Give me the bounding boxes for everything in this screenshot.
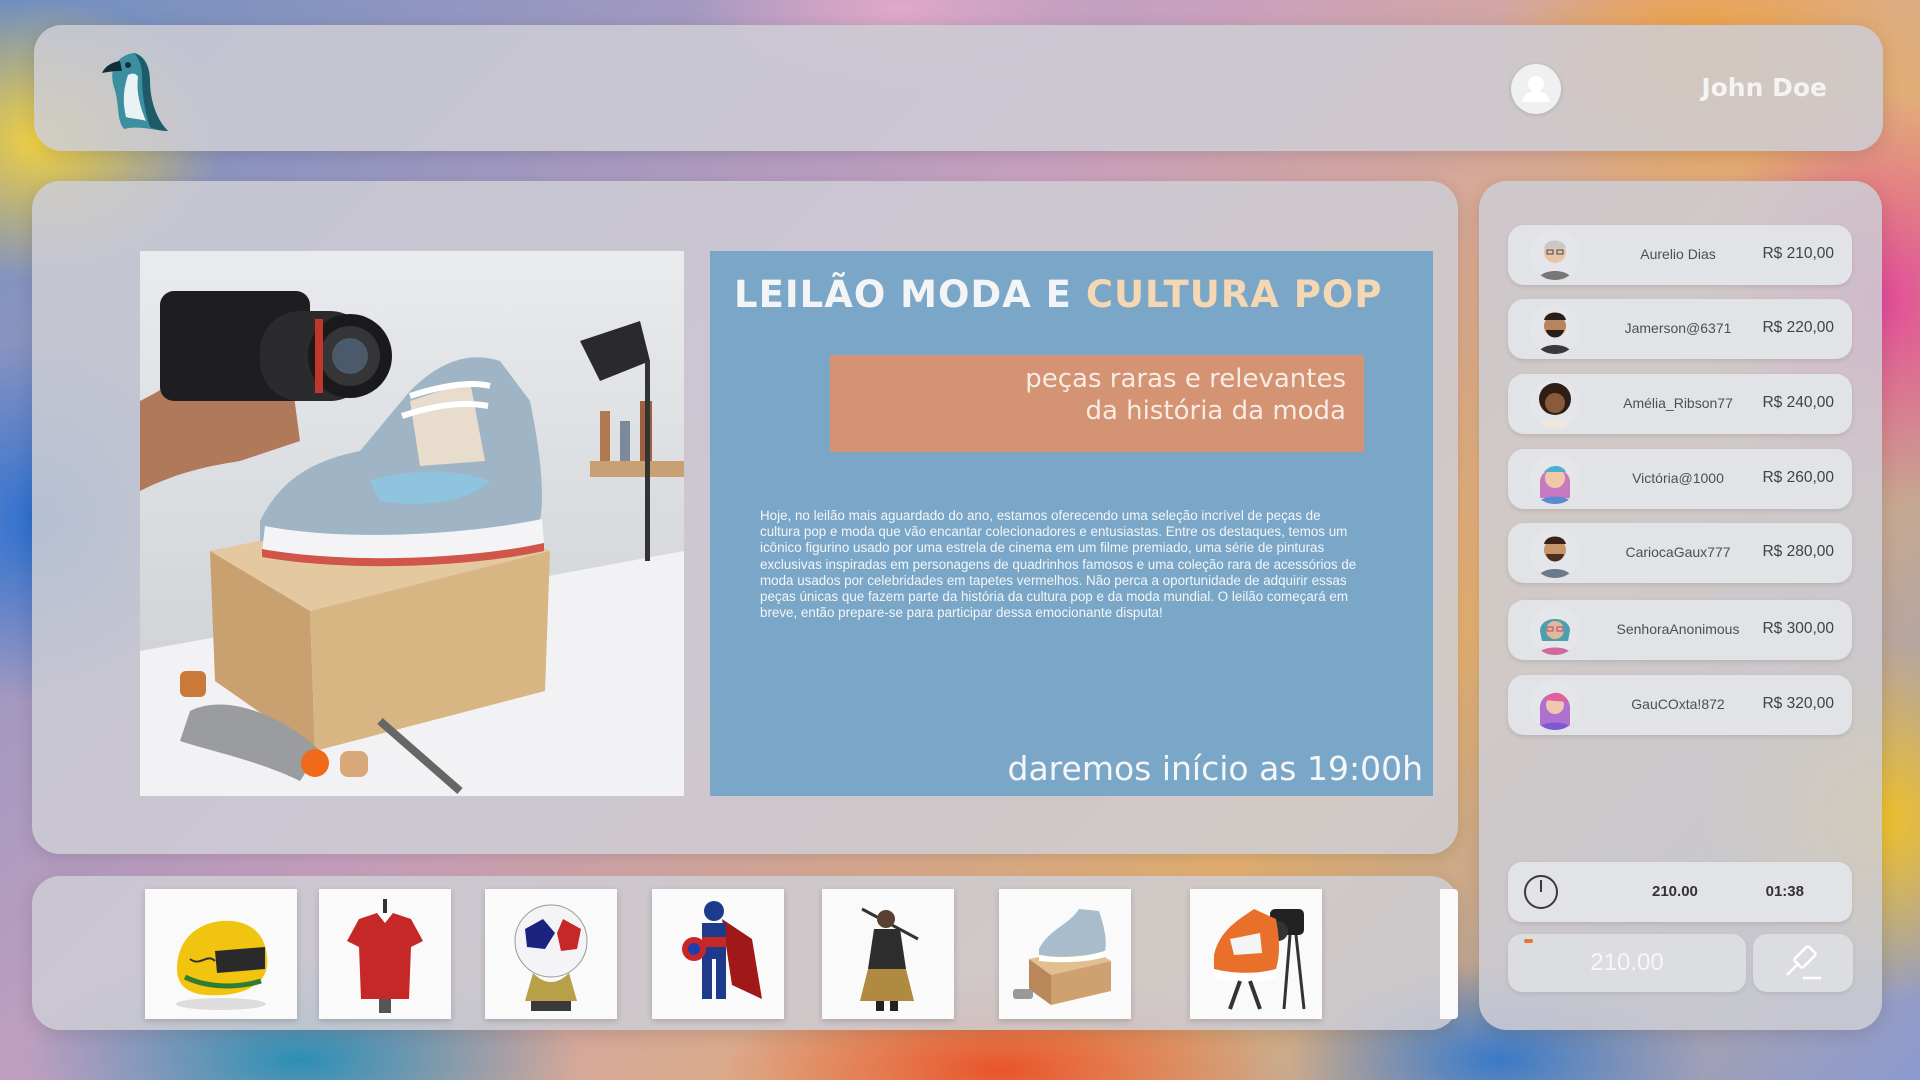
bid-amount: R$ 220,00: [1762, 319, 1834, 336]
bid-amount: R$ 260,00: [1762, 469, 1834, 486]
place-bid-button[interactable]: [1753, 934, 1853, 992]
auction-title-main: LEILÃO MODA E: [734, 273, 1086, 316]
red-jersey-thumbnail[interactable]: [319, 889, 451, 1019]
bid-row[interactable]: SenhoraAnonimous R$ 300,00: [1508, 600, 1852, 660]
bid-row[interactable]: Amélia_Ribson77 R$ 240,00: [1508, 374, 1852, 434]
bid-row[interactable]: Aurelio Dias R$ 210,00: [1508, 225, 1852, 285]
auction-description: Hoje, no leilão mais aguardado do ano, e…: [760, 508, 1357, 621]
bid-amount: R$ 240,00: [1762, 394, 1834, 411]
bids-panel: Aurelio Dias R$ 210,00 Jamerson@6371 R$ …: [1479, 181, 1882, 1030]
ball-trophy-thumbnail[interactable]: [485, 889, 617, 1019]
tagline-line-1: peças raras e relevantes: [1025, 364, 1346, 394]
tagline: peças raras e relevantes da história da …: [1025, 363, 1346, 427]
next-thumbnail-edge[interactable]: [1440, 889, 1458, 1019]
user-name[interactable]: John Doe: [1701, 73, 1827, 102]
auction-status-bar: 210.00 01:38: [1508, 862, 1852, 922]
bidder-avatar-icon: [1530, 528, 1580, 578]
bidder-name: Aurelio Dias: [1640, 246, 1716, 262]
item-thumbnail-strip: [32, 876, 1458, 1030]
bidder-name: CariocaGaux777: [1625, 544, 1731, 560]
bid-row[interactable]: Victória@1000 R$ 260,00: [1508, 449, 1852, 509]
bid-amount: R$ 280,00: [1762, 543, 1834, 560]
bid-amount: R$ 300,00: [1762, 620, 1834, 637]
captain-figure-thumbnail[interactable]: [652, 889, 784, 1019]
bidder-avatar-icon: [1530, 379, 1580, 429]
bid-row[interactable]: Jamerson@6371 R$ 220,00: [1508, 299, 1852, 359]
bidder-name: SenhoraAnonimous: [1616, 621, 1740, 637]
bidder-name: GauCOxta!872: [1631, 696, 1725, 712]
sneaker-camera-thumbnail[interactable]: [1190, 889, 1322, 1019]
bidder-avatar-icon: [1530, 680, 1580, 730]
bidder-avatar-icon: [1530, 605, 1580, 655]
auction-main-panel: LEILÃO MODA E CULTURA POP peças raras e …: [32, 181, 1458, 854]
tagline-box: peças raras e relevantes da história da …: [830, 355, 1364, 452]
current-bid-value: 210.00: [1652, 883, 1698, 900]
user-avatar-icon[interactable]: [1511, 64, 1561, 114]
bidder-avatar-icon: [1530, 304, 1580, 354]
top-header: John Doe: [34, 25, 1883, 151]
bidder-avatar-icon: [1530, 454, 1580, 504]
input-indicator: [1524, 939, 1533, 943]
bid-amount-input[interactable]: [1508, 934, 1746, 992]
gavel-icon: [1786, 945, 1821, 980]
auction-info-card: LEILÃO MODA E CULTURA POP peças raras e …: [710, 251, 1433, 796]
penguin-logo-icon[interactable]: [94, 47, 184, 137]
auction-title: LEILÃO MODA E CULTURA POP: [734, 273, 1382, 316]
bidder-avatar-icon: [1530, 230, 1580, 280]
warrior-figure-thumbnail[interactable]: [822, 889, 954, 1019]
sneaker-box-thumbnail[interactable]: [999, 889, 1131, 1019]
bid-amount: R$ 320,00: [1762, 695, 1834, 712]
clock-icon: [1522, 873, 1560, 911]
bidder-name: Amélia_Ribson77: [1623, 395, 1733, 411]
bidder-name: Victória@1000: [1632, 470, 1724, 486]
sneaker-photoshoot-image: [140, 251, 684, 796]
auction-title-accent: CULTURA POP: [1085, 273, 1383, 316]
helmet-thumbnail[interactable]: [145, 889, 297, 1019]
bid-row[interactable]: GauCOxta!872 R$ 320,00: [1508, 675, 1852, 735]
start-time-text: daremos início as 19:00h: [1007, 749, 1424, 788]
tagline-line-2: da história da moda: [1085, 396, 1346, 426]
bid-row[interactable]: CariocaGaux777 R$ 280,00: [1508, 523, 1852, 583]
bidder-name: Jamerson@6371: [1624, 320, 1732, 336]
countdown-timer: 01:38: [1765, 883, 1804, 900]
bid-amount: R$ 210,00: [1762, 245, 1834, 262]
